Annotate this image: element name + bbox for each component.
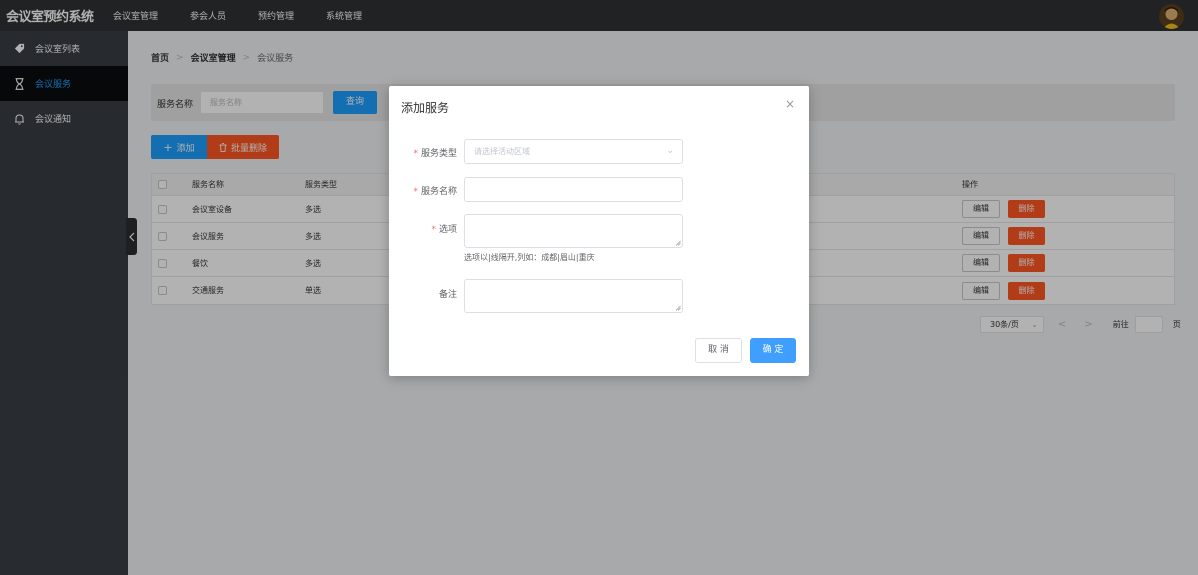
add-service-dialog: 添加服务 × * 服务类型 请选择活动区域 ⌄ * 服务名称 * 选项 选项以|线隔开…	[389, 86, 809, 376]
required-mark: *	[413, 149, 418, 159]
chevron-down-icon: ⌄	[666, 146, 674, 156]
remark-label-text: 备注	[438, 290, 457, 300]
service-type-placeholder: 请选择活动区域	[474, 147, 530, 156]
service-name-label-text: 服务名称	[420, 187, 457, 197]
options-hint: 选项以|线隔开,列如：成都|眉山|重庆	[464, 253, 595, 262]
service-type-select[interactable]: 请选择活动区域 ⌄	[464, 139, 683, 164]
required-mark: *	[431, 225, 436, 235]
required-mark: *	[413, 187, 418, 197]
resize-grip-icon[interactable]	[675, 305, 681, 311]
close-icon[interactable]: ×	[785, 97, 795, 111]
cancel-button[interactable]: 取 消	[695, 338, 742, 363]
service-type-label-text: 服务类型	[420, 149, 457, 159]
remark-label: 备注	[389, 287, 457, 300]
options-textarea[interactable]	[464, 214, 683, 248]
confirm-button[interactable]: 确 定	[750, 338, 796, 363]
options-label-text: 选项	[438, 225, 457, 235]
options-label: * 选项	[389, 222, 457, 235]
dialog-title: 添加服务	[401, 101, 450, 115]
service-name-input[interactable]	[464, 177, 683, 202]
service-type-label: * 服务类型	[389, 146, 457, 159]
resize-grip-icon[interactable]	[675, 240, 681, 246]
service-name-label: * 服务名称	[389, 184, 457, 197]
remark-textarea[interactable]	[464, 279, 683, 313]
